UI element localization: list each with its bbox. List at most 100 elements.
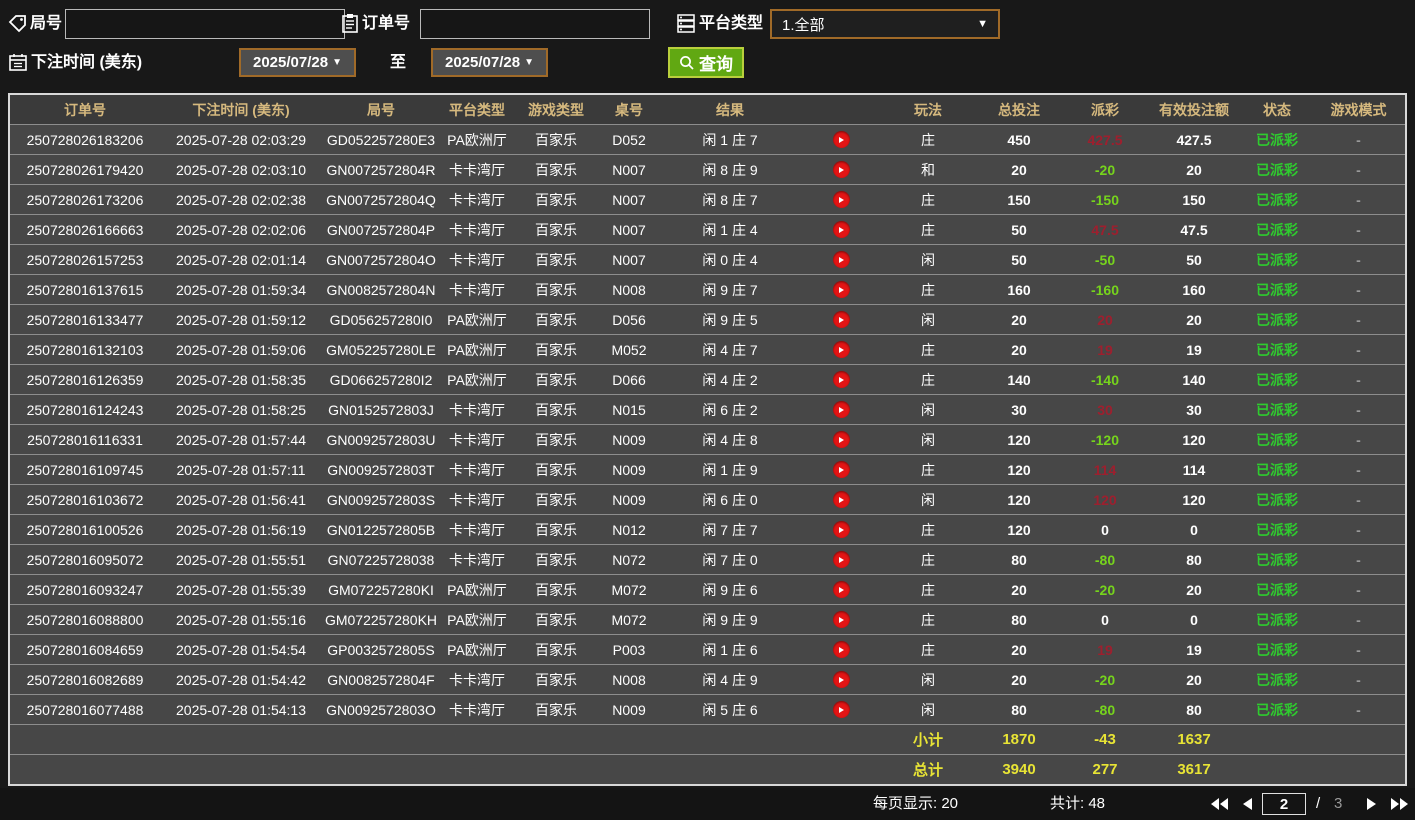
play-video-button[interactable]	[832, 311, 850, 329]
bet-time-cell: 2025-07-28 01:55:39	[176, 581, 306, 598]
bet-time-cell: 2025-07-28 01:54:54	[176, 641, 306, 658]
play-video-button[interactable]	[832, 251, 850, 269]
valid-bet-cell: 50	[1186, 251, 1202, 268]
order-no-cell: 250728016109745	[26, 461, 144, 478]
valid-bet-cell: 80	[1186, 551, 1202, 568]
order-no-cell: 250728026183206	[26, 131, 144, 148]
game-no-cell: GD066257280I2	[329, 371, 433, 388]
play-video-button[interactable]	[832, 701, 850, 719]
date-from-picker[interactable]: 2025/07/28 ▼	[239, 48, 356, 77]
status-badge: 已派彩	[1256, 311, 1298, 328]
to-label: 至	[390, 54, 407, 71]
order-no-cell: 250728026166663	[26, 221, 144, 238]
play-video-button[interactable]	[832, 131, 850, 149]
play-video-button[interactable]	[832, 371, 850, 389]
prev-page-button[interactable]	[1236, 794, 1258, 814]
play-video-button[interactable]	[832, 401, 850, 419]
play-video-button[interactable]	[832, 581, 850, 599]
play-video-button[interactable]	[832, 431, 850, 449]
last-page-button[interactable]	[1388, 794, 1410, 814]
valid-bet-cell: 427.5	[1176, 131, 1212, 148]
play-video-button[interactable]	[832, 161, 850, 179]
valid-bet-cell: 160	[1182, 281, 1206, 298]
table-row: 250728026183206 2025-07-28 02:03:29 GD05…	[10, 124, 1405, 154]
status-badge: 已派彩	[1256, 581, 1298, 598]
play-icon	[839, 556, 844, 563]
result-cell: 闲 6 庄 2	[702, 401, 758, 418]
table-no-cell: N072	[612, 551, 646, 568]
subtotal-label: 小计	[912, 732, 943, 749]
play-icon	[839, 706, 844, 713]
status-badge: 已派彩	[1256, 221, 1298, 238]
total-pages-label: 3	[1334, 795, 1343, 812]
query-button-label: 查询	[699, 55, 733, 74]
bet-time-cell: 2025-07-28 02:02:06	[176, 221, 306, 238]
first-page-button[interactable]	[1208, 794, 1230, 814]
payout-cell: -20	[1094, 161, 1116, 178]
game-no-input[interactable]	[65, 9, 345, 39]
order-no-input[interactable]	[420, 9, 650, 39]
game-mode-cell: -	[1356, 131, 1361, 148]
date-to-picker[interactable]: 2025/07/28 ▼	[431, 48, 548, 77]
per-page-label: 每页显示: 20	[873, 795, 959, 812]
bet-time-label: 下注时间 (美东)	[31, 54, 143, 71]
total-bet-cell: 80	[1011, 551, 1027, 568]
play-video-button[interactable]	[832, 191, 850, 209]
table-no-cell: N012	[612, 521, 646, 538]
play-video-button[interactable]	[832, 221, 850, 239]
play-video-button[interactable]	[832, 491, 850, 509]
platform-cell: 卡卡湾厅	[449, 401, 505, 418]
result-cell: 闲 9 庄 6	[702, 581, 758, 598]
table-no-cell: M072	[611, 581, 647, 598]
status-badge: 已派彩	[1256, 371, 1298, 388]
play-video-button[interactable]	[832, 611, 850, 629]
query-button[interactable]: 查询	[668, 47, 744, 78]
table-no-cell: D056	[612, 311, 646, 328]
play-video-button[interactable]	[832, 281, 850, 299]
bet-time-cell: 2025-07-28 01:59:06	[176, 341, 306, 358]
payout-cell: -140	[1090, 371, 1120, 388]
bet-time-cell: 2025-07-28 02:02:38	[176, 191, 306, 208]
page-number-input[interactable]	[1262, 793, 1306, 815]
game-mode-cell: -	[1356, 521, 1361, 538]
status-badge: 已派彩	[1256, 191, 1298, 208]
play-type-cell: 庄	[921, 521, 935, 538]
game-type-cell: 百家乐	[535, 281, 577, 298]
result-cell: 闲 0 庄 4	[702, 251, 758, 268]
platform-cell: PA欧洲厅	[447, 641, 507, 658]
platform-cell: 卡卡湾厅	[449, 491, 505, 508]
play-icon	[839, 256, 844, 263]
table-row: 250728016095072 2025-07-28 01:55:51 GN07…	[10, 544, 1405, 574]
next-page-button[interactable]	[1360, 794, 1382, 814]
replay-cell	[800, 671, 882, 689]
status-badge: 已派彩	[1256, 161, 1298, 178]
chevron-down-icon: ▼	[524, 57, 534, 68]
valid-bet-cell: 120	[1182, 431, 1206, 448]
subtotal-payout: -43	[1094, 731, 1116, 748]
play-video-button[interactable]	[832, 641, 850, 659]
play-video-button[interactable]	[832, 671, 850, 689]
table-no-cell: N009	[612, 461, 646, 478]
bet-time-cell: 2025-07-28 01:54:13	[176, 701, 306, 718]
platform-type-select[interactable]: 1.全部 ▼	[770, 9, 1000, 39]
payout-cell: -20	[1094, 581, 1116, 598]
subtotal-row: 小计 1870 -43 1637	[10, 724, 1405, 754]
table-header-row: 订单号 下注时间 (美东) 局号 平台类型 游戏类型 桌号 结果 玩法 总投注 …	[10, 95, 1405, 124]
page-separator: /	[1316, 795, 1321, 812]
play-video-button[interactable]	[832, 521, 850, 539]
payout-cell: 0	[1101, 521, 1109, 538]
payout-cell: -80	[1094, 701, 1116, 718]
play-video-button[interactable]	[832, 461, 850, 479]
col-header-game: 局号	[367, 101, 395, 118]
chevron-down-icon: ▼	[977, 18, 988, 30]
game-no-cell: GN0092572803S	[326, 491, 436, 508]
platform-cell: 卡卡湾厅	[449, 671, 505, 688]
table-row: 250728016093247 2025-07-28 01:55:39 GM07…	[10, 574, 1405, 604]
play-video-button[interactable]	[832, 551, 850, 569]
table-row: 250728016088800 2025-07-28 01:55:16 GM07…	[10, 604, 1405, 634]
play-icon	[839, 616, 844, 623]
play-video-button[interactable]	[832, 341, 850, 359]
game-no-cell: GN0152572803J	[328, 401, 434, 418]
bet-time-cell: 2025-07-28 01:58:25	[176, 401, 306, 418]
replay-cell	[800, 251, 882, 269]
